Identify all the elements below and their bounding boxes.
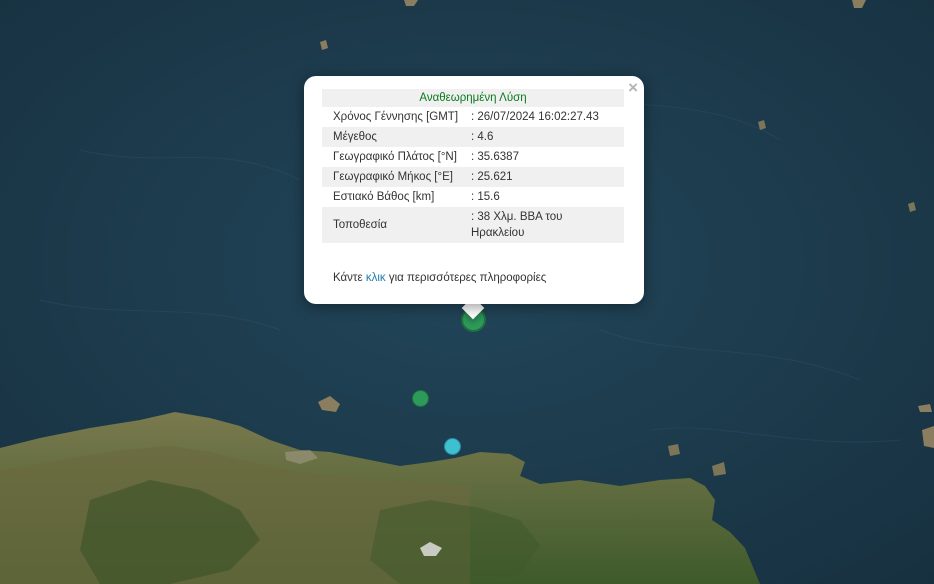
origin-time-label: Χρόνος Γέννησης [GMT] xyxy=(333,111,459,123)
latitude-label: Γεωγραφικό Πλάτος [°N] xyxy=(333,151,457,163)
table-row: Μέγεθος : 4.6 xyxy=(322,127,624,147)
popup-title: Αναθεωρημένη Λύση xyxy=(322,89,624,107)
table-row: Γεωγραφικό Μήκος [°E] : 25.621 xyxy=(322,167,624,187)
earthquake-marker-cyan[interactable] xyxy=(444,438,461,455)
table-row: Εστιακό Βάθος [km] : 15.6 xyxy=(322,187,624,207)
location-value: : 38 Χλμ. ΒΒΑ του Ηρακλείου xyxy=(471,207,624,243)
magnitude-label: Μέγεθος xyxy=(322,127,471,147)
table-row: Γεωγραφικό Πλάτος [°N] : 35.6387 xyxy=(322,147,624,167)
earthquake-popup: × Αναθεωρημένη Λύση Χρόνος Γέννησης [GMT… xyxy=(304,76,644,304)
close-icon[interactable]: × xyxy=(628,78,638,98)
popup-title-row: Αναθεωρημένη Λύση xyxy=(322,89,624,107)
depth-value: : 15.6 xyxy=(471,191,500,203)
table-row: Τοποθεσία : 38 Χλμ. ΒΒΑ του Ηρακλείου xyxy=(322,207,624,243)
origin-time-value: : 26/07/2024 16:02:27.43 xyxy=(471,111,599,123)
more-info-prefix: Κάντε xyxy=(333,272,363,284)
islet-east-3 xyxy=(668,444,680,456)
table-row: Χρόνος Γέννησης [GMT] : 26/07/2024 16:02… xyxy=(322,107,624,127)
earthquake-info-table: Αναθεωρημένη Λύση Χρόνος Γέννησης [GMT] … xyxy=(322,89,624,243)
more-info-text: Κάντε κλικ για περισσότερες πληροφορίες xyxy=(333,272,546,284)
latitude-value: : 35.6387 xyxy=(471,151,519,163)
location-label: Τοποθεσία xyxy=(322,207,471,243)
depth-label: Εστιακό Βάθος [km] xyxy=(333,191,435,203)
more-info-suffix: για περισσότερες πληροφορίες xyxy=(388,272,547,284)
magnitude-value: : 4.6 xyxy=(471,127,624,147)
more-info-link[interactable]: κλικ xyxy=(366,272,386,284)
longitude-label: Γεωγραφικό Μήκος [°E] xyxy=(322,167,471,187)
earthquake-marker-small[interactable] xyxy=(412,390,429,407)
longitude-value: : 25.621 xyxy=(471,167,624,187)
map-view[interactable]: × Αναθεωρημένη Λύση Χρόνος Γέννησης [GMT… xyxy=(0,0,934,584)
